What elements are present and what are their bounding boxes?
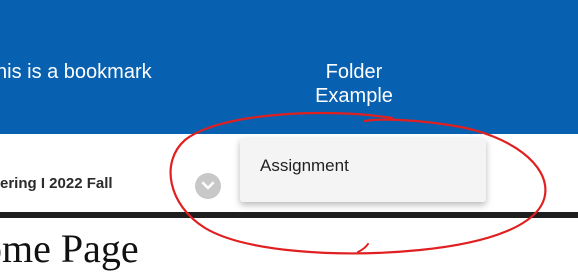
page-title: ome Page bbox=[0, 226, 139, 271]
header-divider bbox=[0, 212, 578, 218]
nav-link-bookmark[interactable]: his is a bookmark bbox=[0, 60, 152, 84]
folder-dropdown-menu: Assignment bbox=[240, 138, 486, 202]
top-navbar: his is a bookmark Folder Example bbox=[0, 0, 578, 134]
course-menu-toggle-button[interactable] bbox=[195, 173, 221, 199]
nav-link-folder-line2: Example bbox=[315, 85, 393, 107]
chevron-down-icon bbox=[201, 181, 215, 190]
nav-link-folder-line1: Folder bbox=[325, 61, 383, 83]
dropdown-item-assignment[interactable]: Assignment bbox=[260, 156, 349, 176]
nav-link-folder-example[interactable]: Folder Example bbox=[302, 60, 406, 108]
course-title: ering I 2022 Fall bbox=[0, 175, 113, 192]
